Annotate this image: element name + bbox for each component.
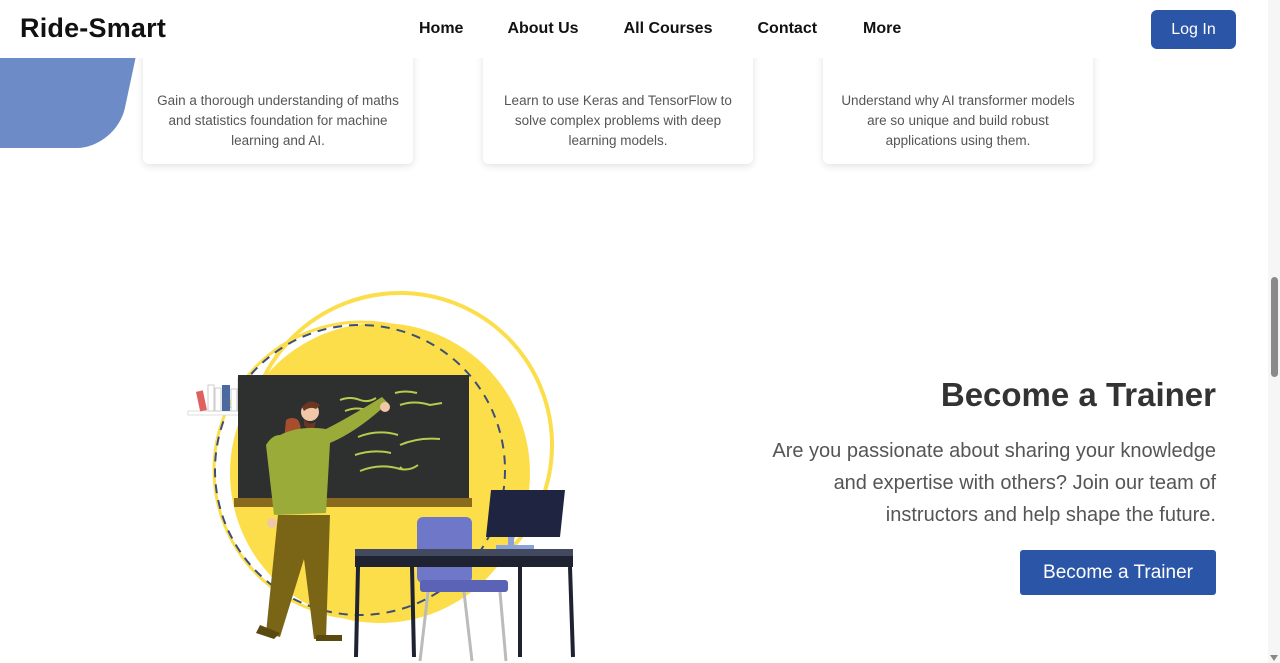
chalk-ledge <box>234 498 472 507</box>
nav-about-us[interactable]: About Us <box>507 20 578 38</box>
nav-more[interactable]: More <box>863 20 901 38</box>
become-trainer-button[interactable]: Become a Trainer <box>1020 550 1216 595</box>
logo[interactable]: Ride-Smart <box>20 13 166 44</box>
scrollbar-thumb[interactable] <box>1271 277 1278 377</box>
nav-all-courses[interactable]: All Courses <box>624 20 713 38</box>
login-button[interactable]: Log In <box>1151 10 1236 49</box>
main-nav: Home About Us All Courses Contact More <box>419 20 901 38</box>
scroll-down-arrow-icon[interactable] <box>1270 655 1278 661</box>
scrollbar[interactable] <box>1268 0 1280 663</box>
site-header: Ride-Smart Home About Us All Courses Con… <box>0 0 1268 58</box>
course-description: Learn to use Keras and TensorFlow to sol… <box>504 93 732 148</box>
course-description: Gain a thorough understanding of maths a… <box>157 93 399 148</box>
nav-contact[interactable]: Contact <box>757 20 817 38</box>
teacher-illustration <box>187 291 575 662</box>
trainer-description: Are you passionate about sharing your kn… <box>772 440 1216 526</box>
nav-home[interactable]: Home <box>419 20 463 38</box>
page: Gain a thorough understanding of maths a… <box>0 0 1280 663</box>
course-description: Understand why AI transformer models are… <box>841 93 1075 148</box>
trainer-title: Become a Trainer <box>940 376 1216 413</box>
